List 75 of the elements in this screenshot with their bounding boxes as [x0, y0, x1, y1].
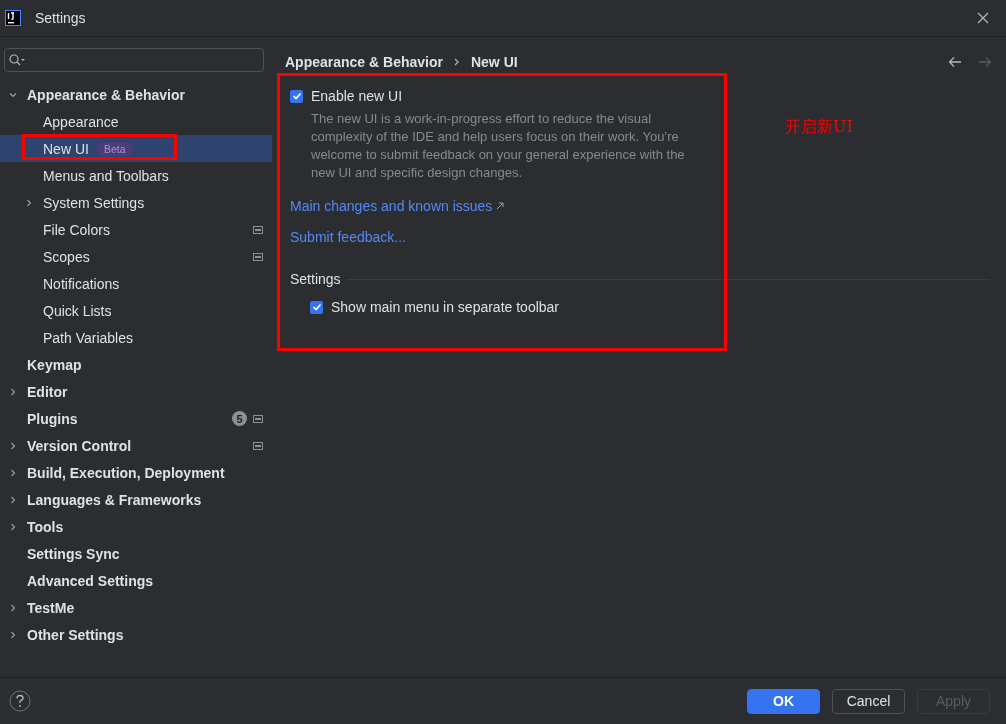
count-badge: 5	[232, 411, 247, 426]
tree-item-label: Editor	[27, 383, 68, 400]
link[interactable]: Submit feedback...	[290, 221, 406, 252]
tree-item[interactable]: TestMe	[0, 594, 272, 621]
tree-item[interactable]: Scopes	[0, 243, 272, 270]
tree-item[interactable]: Tools	[0, 513, 272, 540]
breadcrumb-item: New UI	[470, 54, 518, 70]
tree-item-label: Version Control	[27, 437, 132, 454]
tree-item[interactable]: Plugins 5	[0, 405, 272, 432]
chevron-right-icon[interactable]	[24, 197, 34, 208]
tree-item[interactable]: Advanced Settings	[0, 567, 272, 594]
checkbox[interactable]: Show main menu in separate toolbar	[310, 299, 709, 315]
checkbox-control[interactable]	[310, 300, 323, 314]
tree-item-label: Notifications	[43, 275, 120, 292]
tree-item[interactable]: New UI Beta	[0, 135, 272, 162]
tree-item[interactable]: Other Settings	[0, 621, 272, 648]
chevron-right-icon[interactable]	[8, 494, 18, 505]
tree-item[interactable]: Menus and Toolbars	[0, 162, 272, 189]
tree-item-label: Build, Execution, Deployment	[27, 464, 225, 481]
back-arrow-icon[interactable]	[948, 56, 962, 68]
section-title: Settings	[290, 271, 341, 287]
close-icon[interactable]	[977, 12, 989, 24]
description-text: The new UI is a work-in-progress effort to reduce the visual complexity of the IDE and help users focus on their work. You’re welcome to submit feedback on your general experience with the new UI and specific design changes.	[311, 110, 686, 182]
tree-item-label: Other Settings	[27, 626, 124, 643]
tree-item[interactable]: Keymap	[0, 351, 272, 378]
tree-item[interactable]: Appearance	[0, 108, 272, 135]
tree-item[interactable]: Languages & Frameworks	[0, 486, 272, 513]
tree-item-label: Appearance & Behavior	[27, 86, 185, 103]
tree-item-label: Quick Lists	[43, 302, 112, 319]
app-logo-icon	[5, 10, 21, 26]
dialog-button[interactable]: Cancel	[832, 688, 905, 714]
tree-item[interactable]: Notifications	[0, 270, 272, 297]
tree-item[interactable]: Path Variables	[0, 324, 272, 351]
tree-item-label: System Settings	[43, 194, 145, 211]
chevron-right-icon[interactable]	[8, 629, 18, 640]
checkbox-control[interactable]	[290, 89, 303, 103]
tree-item-label: Menus and Toolbars	[43, 167, 169, 184]
search-icon	[9, 54, 27, 66]
tree-item[interactable]: Editor	[0, 378, 272, 405]
checkbox-label: Show main menu in separate toolbar	[331, 299, 560, 315]
tree-item-label: File Colors	[43, 221, 110, 238]
tree-item[interactable]: Version Control	[0, 432, 272, 459]
chevron-right-icon[interactable]	[8, 521, 18, 532]
tree-item-label: Path Variables	[43, 329, 133, 346]
chevron-right-icon	[452, 57, 461, 67]
breadcrumb-item[interactable]: Appearance & Behavior	[285, 54, 443, 70]
tree-item[interactable]: File Colors	[0, 216, 272, 243]
window-title: Settings	[35, 10, 86, 26]
chevron-right-icon[interactable]	[8, 467, 18, 478]
tree-item-label: Languages & Frameworks	[27, 491, 202, 508]
chevron-right-icon[interactable]	[8, 440, 18, 451]
tree-item-label: Scopes	[43, 248, 90, 265]
link[interactable]: Main changes and known issues	[290, 190, 505, 221]
checkbox-label: Enable new UI	[311, 88, 403, 104]
tree-item-label: Advanced Settings	[27, 572, 154, 589]
search-field[interactable]	[4, 48, 264, 72]
chevron-right-icon[interactable]	[8, 602, 18, 613]
tree-item-label: Tools	[27, 518, 64, 535]
dialog-button[interactable]: OK	[747, 688, 820, 714]
checkbox[interactable]: Enable new UI	[290, 88, 709, 104]
tree-item-label: Plugins	[27, 410, 78, 427]
annotation-text: 开启新UI	[785, 117, 853, 138]
tree-item[interactable]: Appearance & Behavior	[0, 81, 272, 108]
tree-item[interactable]: Build, Execution, Deployment	[0, 459, 272, 486]
help-icon[interactable]	[9, 690, 31, 712]
tree-item[interactable]: System Settings	[0, 189, 272, 216]
tree-item-label: Settings Sync	[27, 545, 120, 562]
chevron-right-icon[interactable]	[8, 386, 18, 397]
tree-item-label: New UI	[43, 140, 89, 157]
tree-item-label: Appearance	[43, 113, 119, 130]
tree-item[interactable]: Settings Sync	[0, 540, 272, 567]
tree-item[interactable]: Quick Lists	[0, 297, 272, 324]
tree-item-label: Keymap	[27, 356, 82, 373]
tree-item-label: TestMe	[27, 599, 75, 616]
beta-tag: Beta	[96, 141, 133, 156]
